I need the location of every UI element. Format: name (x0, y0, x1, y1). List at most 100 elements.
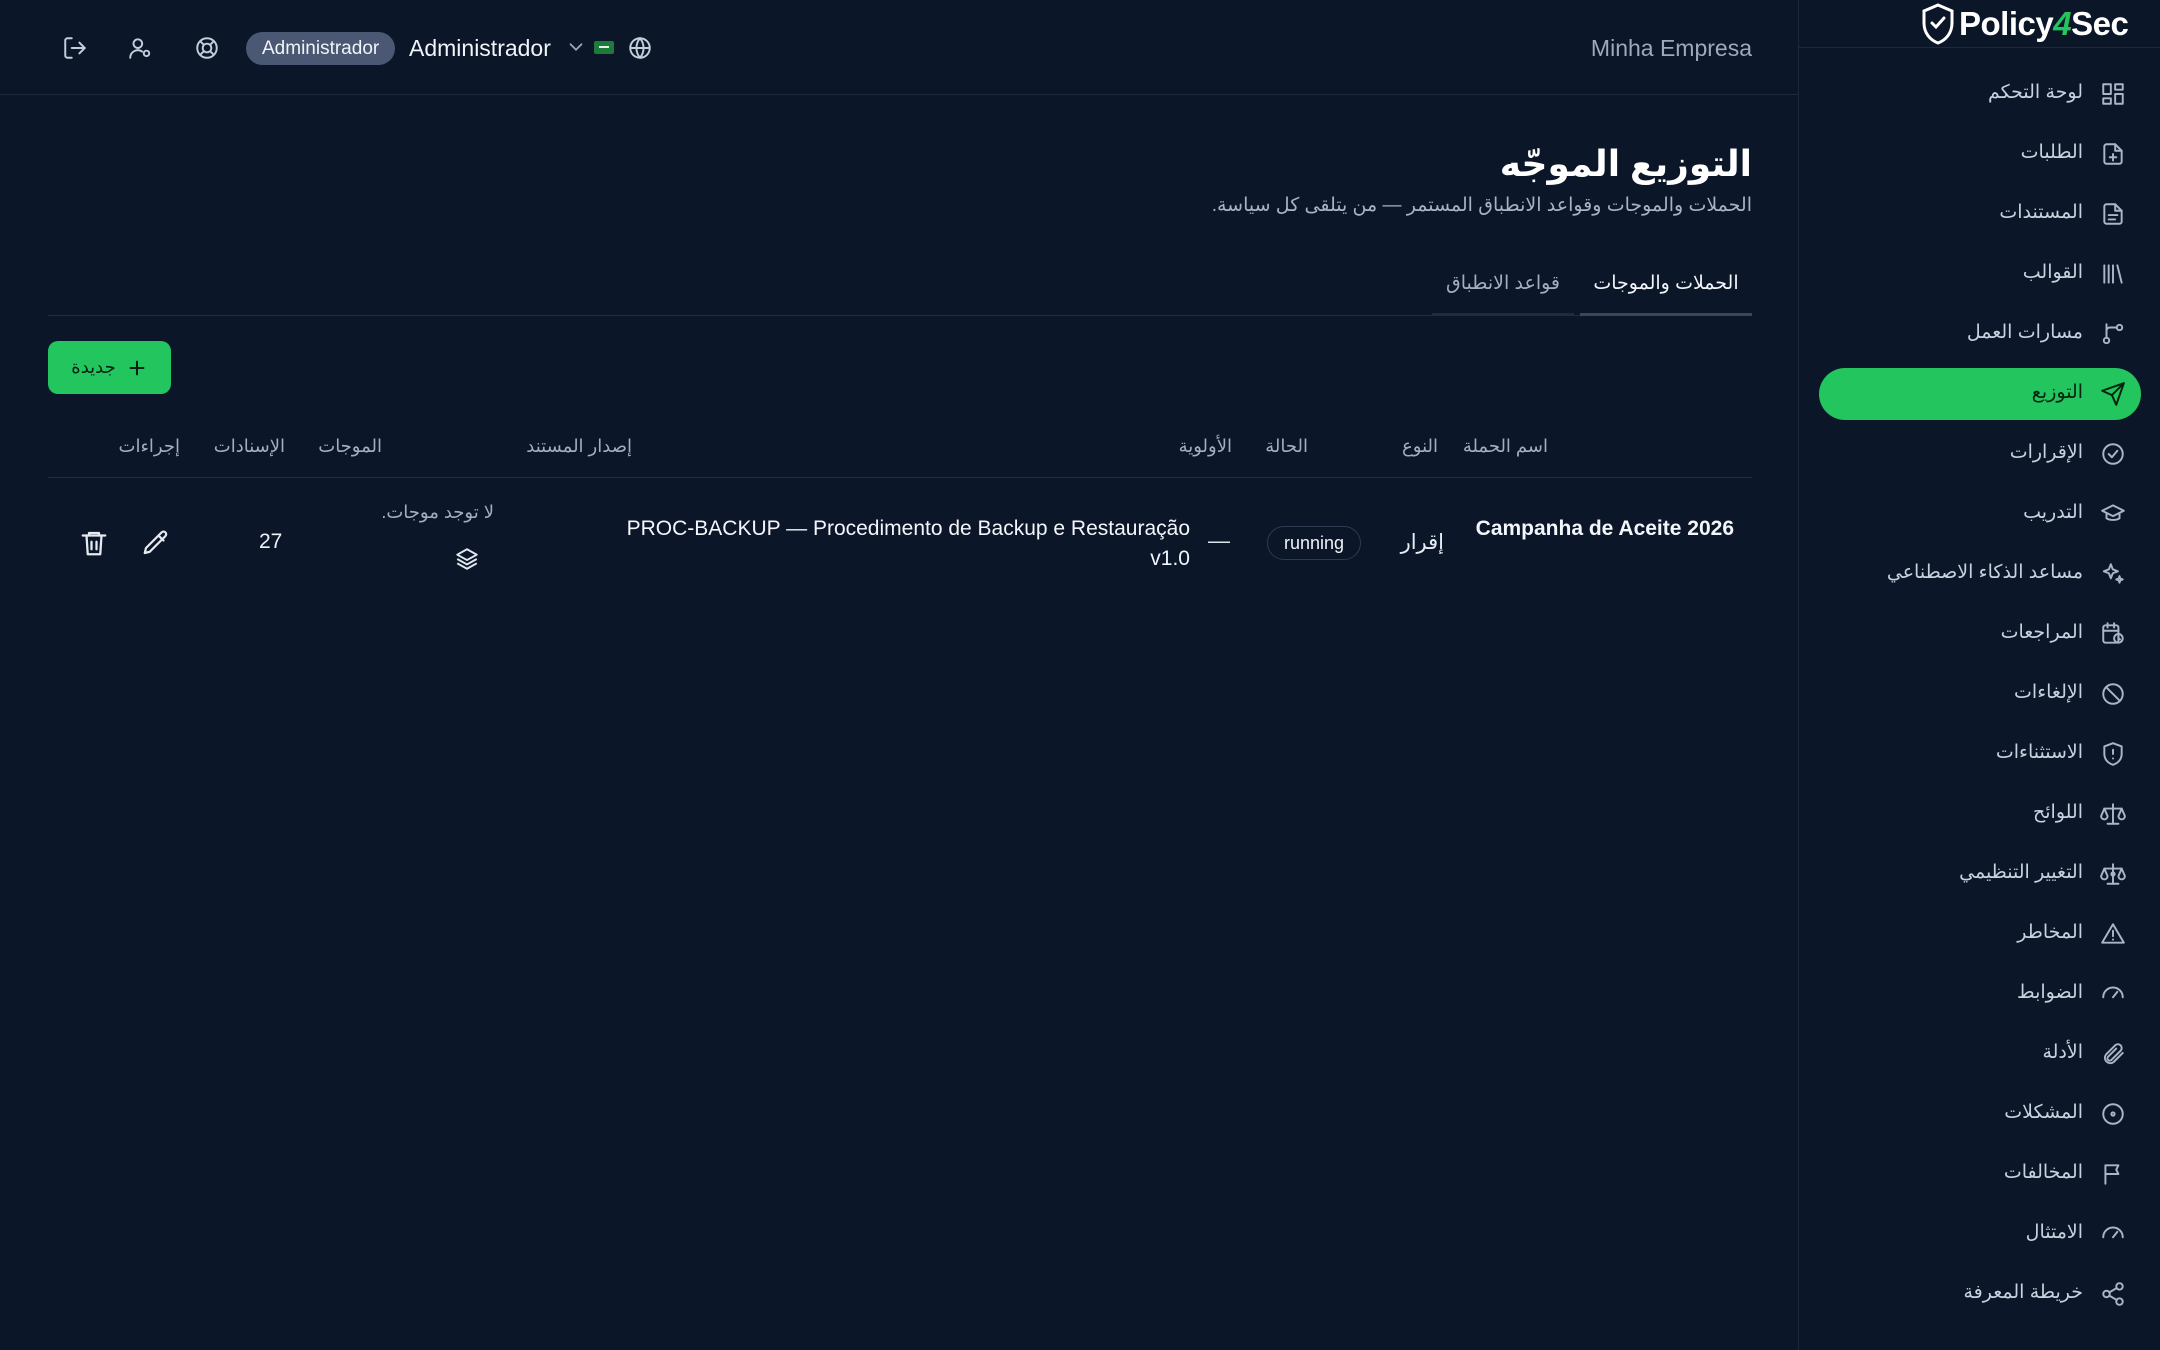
sidebar-item-label: المخاطر (2017, 922, 2083, 943)
sidebar: Policy4Sec لوحة التحكم الطلبات المستندات ال… (1798, 0, 2160, 1350)
sidebar-item-label: مساعد الذكاء الاصطناعي (1886, 562, 2083, 583)
sidebar-item-label: لوحة التحكم (1987, 82, 2083, 103)
sidebar-item-8[interactable]: مساعد الذكاء الاصطناعي (1819, 548, 2141, 600)
sidebar-item-label: المراجعات (2000, 622, 2083, 643)
sidebar-item-label: المخالفات (2003, 1162, 2083, 1183)
send-icon (2101, 382, 2125, 406)
sidebar-item-label: الضوابط (2017, 982, 2083, 1003)
document-version[interactable]: PROC-BACKUP — Procedimento de Backup e R… (596, 514, 1190, 574)
sidebar-item-18[interactable]: المخالفات (1819, 1148, 2141, 1200)
sidebar-item-label: القوالب (2022, 262, 2083, 283)
sidebar-item-5[interactable]: التوزيع (1819, 368, 2141, 420)
user-settings-icon[interactable] (120, 28, 160, 68)
sidebar-item-13[interactable]: التغيير التنظيمي (1819, 848, 2141, 900)
globe-icon[interactable] (620, 28, 660, 68)
col-campaign-name: اسم الحملة (1462, 436, 1548, 456)
page-title: التوزيع الموجّه (1499, 143, 1752, 184)
gauge-icon (2102, 1226, 2124, 1239)
gauge-icon (2102, 986, 2124, 999)
chevron-down-icon[interactable] (565, 36, 587, 58)
brand-name: Policy4Sec (1959, 5, 2129, 42)
status-badge: running (1267, 526, 1362, 560)
sidebar-item-label: التدريب (2023, 502, 2083, 523)
user-name[interactable]: Administrador (409, 33, 551, 63)
sidebar-item-3[interactable]: القوالب (1819, 248, 2141, 300)
sidebar-item-2[interactable]: المستندات (1819, 188, 2141, 240)
sidebar-item-19[interactable]: الامتثال (1819, 1208, 2141, 1260)
table-row[interactable]: Campanha de Aceite 2026 إقرار running — … (48, 478, 1752, 608)
sidebar-divider (1799, 47, 2160, 48)
brand-logo[interactable]: Policy4Sec (1921, 0, 2129, 48)
edit-icon[interactable] (141, 528, 171, 558)
tab-applicability-rules[interactable]: قواعد الانطباق (1432, 258, 1574, 316)
flag-icon (2104, 1164, 2120, 1185)
col-type: النوع (1402, 436, 1438, 456)
scale-change-icon (2100, 863, 2126, 885)
new-campaign-button[interactable]: جديدة (48, 341, 171, 394)
flag-icon[interactable] (594, 41, 614, 54)
sidebar-item-label: خريطة المعرفة (1963, 1282, 2083, 1303)
company-name[interactable]: Minha Empresa (1591, 33, 1752, 63)
sidebar-item-14[interactable]: المخاطر (1819, 908, 2141, 960)
campaign-name[interactable]: Campanha de Aceite 2026 (1474, 514, 1734, 544)
sidebar-item-6[interactable]: الإقرارات (1819, 428, 2141, 480)
paperclip-icon (2103, 1043, 2124, 1065)
scale-icon (2100, 803, 2126, 825)
tab-campaigns-waves[interactable]: الحملات والموجات (1580, 258, 1752, 316)
sidebar-item-label: الاستثناءات (1995, 742, 2083, 763)
sidebar-item-15[interactable]: الضوابط (1819, 968, 2141, 1020)
sidebar-item-label: اللوائح (2032, 802, 2083, 823)
sidebar-item-17[interactable]: المشكلات (1819, 1088, 2141, 1140)
sidebar-item-7[interactable]: التدريب (1819, 488, 2141, 540)
dashboard-icon (2102, 83, 2124, 105)
col-status: الحالة (1265, 436, 1308, 456)
role-badge: Administrador (246, 32, 396, 65)
sidebar-item-12[interactable]: اللوائح (1819, 788, 2141, 840)
help-lifebuoy-icon[interactable] (187, 28, 227, 68)
sidebar-item-4[interactable]: مسارات العمل (1819, 308, 2141, 360)
assignments-count: 27 (259, 530, 283, 553)
shield-alert-icon (2103, 742, 2123, 766)
waves-empty-text: لا توجد موجات. (381, 502, 494, 522)
share-icon (2102, 1282, 2124, 1306)
plus-icon (129, 360, 145, 375)
workflow-icon (2102, 323, 2124, 345)
shield-logo-icon (1922, 3, 1954, 45)
layers-icon[interactable] (454, 546, 480, 572)
sidebar-item-9[interactable]: المراجعات (1819, 608, 2141, 660)
new-button-label: جديدة (71, 357, 116, 377)
top-bar: Administrador Administrador Minha Empres… (0, 0, 1798, 95)
sidebar-item-11[interactable]: الاستثناءات (1819, 728, 2141, 780)
sidebar-item-label: الإلغاءات (2014, 682, 2083, 703)
circle-dot-icon (2102, 1103, 2124, 1125)
sparkles-icon (2102, 563, 2124, 584)
check-circle-icon (2102, 443, 2124, 465)
logout-icon[interactable] (55, 28, 95, 68)
main-content: Administrador Administrador Minha Empres… (0, 0, 1798, 1350)
page-subtitle: الحملات والموجات وقواعد الانطباق المستمر… (1211, 195, 1752, 216)
priority-value: — (1208, 528, 1230, 553)
calendar-clock-icon (2102, 622, 2124, 644)
sidebar-item-0[interactable]: لوحة التحكم (1819, 68, 2141, 120)
sidebar-item-label: الأدلة (2042, 1042, 2083, 1063)
table-header: اسم الحملة النوع الحالة الأولوية إصدار ا… (48, 428, 1752, 478)
tab-bar: الحملات والموجات قواعد الانطباق (48, 258, 1752, 316)
graduation-cap-icon (2101, 504, 2125, 521)
sidebar-item-16[interactable]: الأدلة (1819, 1028, 2141, 1080)
sidebar-item-10[interactable]: الإلغاءات (1819, 668, 2141, 720)
sidebar-item-label: المستندات (1999, 202, 2083, 223)
sidebar-item-20[interactable]: خريطة المعرفة (1819, 1268, 2141, 1320)
sidebar-item-label: مسارات العمل (1966, 322, 2083, 343)
col-waves: الموجات (318, 436, 382, 456)
col-assignments: الإسنادات (213, 436, 285, 456)
trash-icon[interactable] (79, 528, 109, 558)
sidebar-item-label: التوزيع (2031, 382, 2083, 403)
file-text-icon (2103, 203, 2123, 225)
warning-icon (2101, 923, 2125, 944)
library-icon (2103, 264, 2123, 284)
col-actions: إجراءات (118, 436, 180, 456)
sidebar-item-label: المشكلات (2004, 1102, 2083, 1123)
sidebar-item-1[interactable]: الطلبات (1819, 128, 2141, 180)
col-doc-version: إصدار المستند (526, 436, 632, 456)
sidebar-item-label: الامتثال (2025, 1222, 2083, 1243)
